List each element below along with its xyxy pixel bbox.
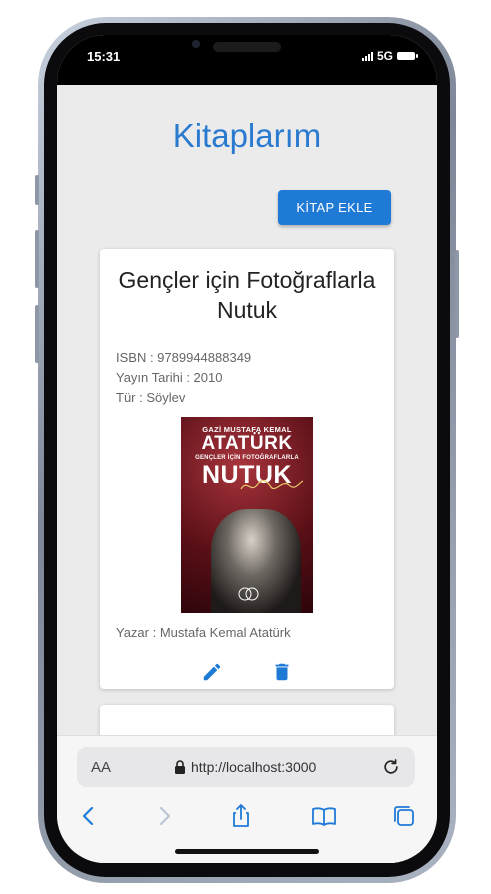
anniversary-emblem-icon xyxy=(238,587,259,601)
book-genre: Tür : Söylev xyxy=(116,390,186,405)
page-title: Kitaplarım xyxy=(172,117,322,154)
clock: 15:31 xyxy=(87,49,121,64)
address-bar[interactable]: AA http://localhost:3000 xyxy=(77,747,415,787)
signal-icon xyxy=(361,51,373,61)
silent-switch xyxy=(35,175,39,205)
book-isbn: ISBN : 9789944888349 xyxy=(116,350,252,365)
power-button xyxy=(455,250,459,338)
front-camera xyxy=(192,40,200,48)
book-cover-image: GAZİ MUSTAFA KEMAL ATATÜRK GENÇLER İÇİN … xyxy=(181,417,313,613)
edit-icon[interactable] xyxy=(201,661,223,683)
status-indicators: 5G xyxy=(361,49,418,63)
speaker-grill xyxy=(213,42,281,52)
battery-icon xyxy=(397,52,418,60)
browser-toolbar: AA http://localhost:3000 xyxy=(57,735,437,863)
book-title: Gençler için Fotoğraflarla Nutuk xyxy=(118,267,376,323)
network-label: 5G xyxy=(376,49,393,63)
back-icon[interactable] xyxy=(76,803,102,829)
volume-down-button xyxy=(35,305,39,363)
book-publish-date: Yayın Tarihi : 2010 xyxy=(116,370,223,385)
delete-icon[interactable] xyxy=(271,661,293,683)
screen: 15:31 5G Kitaplarım KİTAP EKLE Gençler i… xyxy=(57,35,437,863)
cover-author-name: ATATÜRK xyxy=(201,433,293,454)
share-icon[interactable] xyxy=(228,803,254,829)
volume-up-button xyxy=(35,230,39,288)
tabs-icon[interactable] xyxy=(391,803,417,829)
forward-icon[interactable] xyxy=(151,803,177,829)
reload-icon[interactable] xyxy=(381,757,401,777)
book-card: Gençler için Fotoğraflarla Nutuk ISBN : … xyxy=(100,249,394,689)
signature-icon xyxy=(240,479,304,490)
home-indicator[interactable] xyxy=(175,849,319,854)
add-book-button[interactable]: KİTAP EKLE xyxy=(278,190,391,225)
reader-options-button[interactable]: AA xyxy=(91,759,111,776)
url-text[interactable]: http://localhost:3000 xyxy=(191,759,316,775)
bookmarks-icon[interactable] xyxy=(311,803,337,829)
status-bar: 15:31 5G xyxy=(57,35,437,85)
book-author: Yazar : Mustafa Kemal Atatürk xyxy=(116,625,291,640)
lock-icon xyxy=(175,760,185,774)
